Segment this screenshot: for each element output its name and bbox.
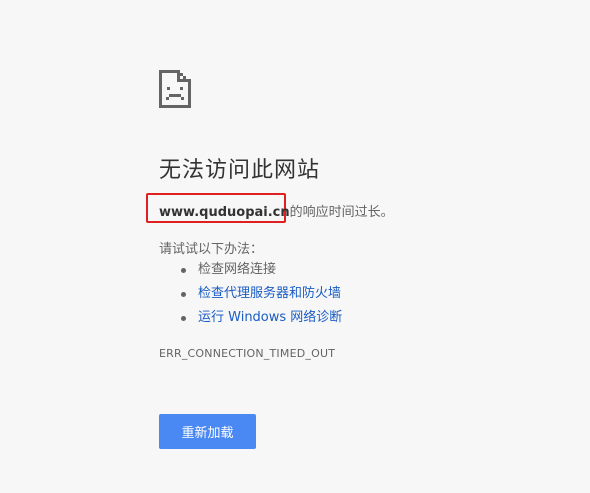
bullet-icon — [181, 292, 186, 297]
error-title: 无法访问此网站 — [159, 158, 321, 183]
suggestion-label: 检查网络连接 — [198, 262, 277, 277]
sad-page-icon — [159, 70, 191, 108]
bullet-icon — [181, 268, 186, 273]
error-summary: www.quduopai.cn的响应时间过长。 — [159, 201, 394, 220]
reload-button[interactable]: 重新加载 — [159, 414, 256, 449]
bullet-icon — [181, 316, 186, 321]
error-code: ERR_CONNECTION_TIMED_OUT — [159, 347, 336, 360]
suggestions-heading: 请试试以下办法： — [159, 242, 264, 257]
host-name: www.quduopai.cn — [159, 205, 290, 220]
suggestion-label[interactable]: 运行 Windows 网络诊断 — [198, 310, 342, 325]
error-message: 的响应时间过长。 — [289, 205, 394, 220]
suggestion-check-proxy-link[interactable]: 检查代理服务器和防火墙 — [178, 282, 342, 306]
suggestion-label[interactable]: 检查代理服务器和防火墙 — [198, 286, 341, 301]
suggestion-run-diagnostics-link[interactable]: 运行 Windows 网络诊断 — [178, 306, 342, 330]
suggestions-list: 检查网络连接 检查代理服务器和防火墙 运行 Windows 网络诊断 — [178, 258, 342, 330]
suggestion-check-network: 检查网络连接 — [178, 258, 342, 282]
